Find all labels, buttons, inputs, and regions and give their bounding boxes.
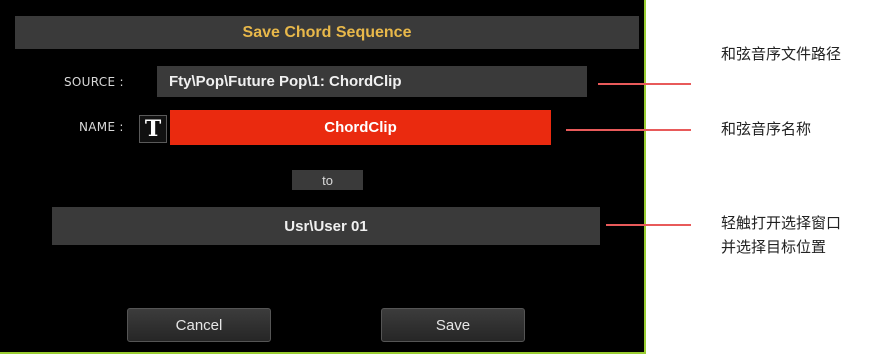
text-edit-icon[interactable]: T [139, 115, 167, 143]
dialog-title: Save Chord Sequence [15, 16, 639, 49]
path-callout-line [598, 83, 691, 85]
save-chord-sequence-dialog: Save Chord Sequence SOURCE : Fty\Pop\Fut… [0, 0, 646, 354]
name-label: NAME : [79, 120, 124, 134]
destination-callout-text-line2: 并选择目标位置 [721, 238, 827, 256]
source-path-field: Fty\Pop\Future Pop\1: ChordClip [157, 66, 587, 97]
path-callout-text: 和弦音序文件路径 [721, 45, 842, 63]
cancel-button[interactable]: Cancel [127, 308, 271, 342]
save-button[interactable]: Save [381, 308, 525, 342]
name-field[interactable]: ChordClip [170, 110, 551, 145]
destination-callout-text-line1: 轻触打开选择窗口 [721, 214, 842, 232]
name-callout-text: 和弦音序名称 [721, 120, 812, 138]
to-label: to [292, 170, 363, 190]
destination-field[interactable]: Usr\User 01 [52, 207, 600, 245]
destination-callout-line [606, 224, 691, 226]
name-callout-line [566, 129, 691, 131]
source-label: SOURCE : [64, 75, 124, 89]
